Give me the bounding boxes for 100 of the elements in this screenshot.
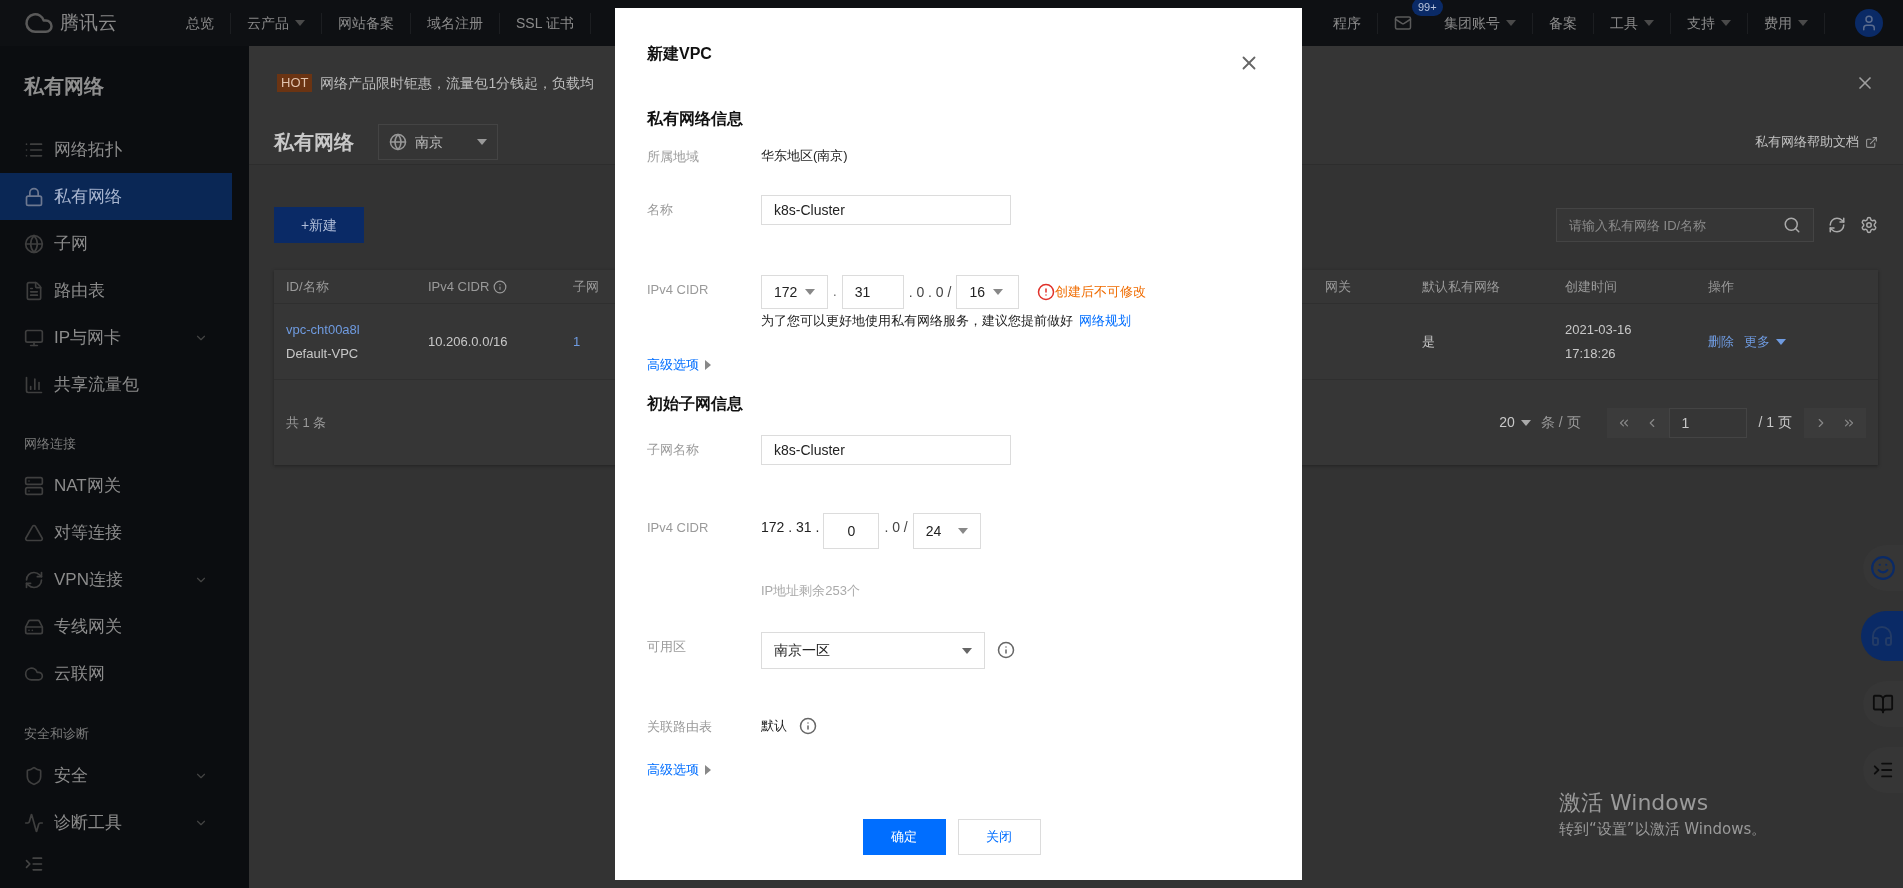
- activation-notice-title: 激活 Windows: [1559, 789, 1710, 817]
- search-icon[interactable]: [1783, 216, 1801, 234]
- region-value: 华东地区(南京): [761, 147, 848, 166]
- column-header: 网关: [1325, 277, 1351, 296]
- nav-item[interactable]: 网站备案: [322, 12, 411, 34]
- column-header: 操作: [1708, 277, 1734, 296]
- page-input[interactable]: 1: [1668, 407, 1747, 438]
- cidr-mask-select[interactable]: 16: [956, 275, 1020, 309]
- refresh-icon[interactable]: [1828, 216, 1846, 234]
- sidebar-item[interactable]: NAT网关: [0, 462, 232, 509]
- caret-icon: [1506, 20, 1516, 26]
- shield-icon: [24, 765, 44, 786]
- mail-icon[interactable]: [1394, 14, 1412, 32]
- sidebar-item[interactable]: 网络拓扑: [0, 126, 232, 173]
- network-planning-link[interactable]: 网络规划: [1079, 311, 1131, 331]
- nav-item[interactable]: 支持: [1671, 12, 1748, 34]
- caret-icon: [805, 289, 816, 295]
- subnet-count-link[interactable]: 1: [573, 333, 581, 349]
- user-icon: [1860, 14, 1878, 32]
- page-size-select[interactable]: 20: [1499, 412, 1531, 433]
- nav-item[interactable]: 备案: [1533, 12, 1594, 34]
- nav-item[interactable]: 总览: [170, 12, 231, 34]
- nav-item[interactable]: 集团账号: [1428, 12, 1533, 34]
- cidr-fixed-part: . 0 . 0 /: [908, 282, 952, 302]
- table-cell: 是: [1422, 333, 1435, 349]
- action-link[interactable]: 更多: [1744, 331, 1786, 352]
- cidr-first-select[interactable]: 172: [761, 275, 828, 309]
- ip-remaining-hint: IP地址剩余253个: [761, 582, 860, 601]
- sidebar-item[interactable]: 云联网: [0, 650, 232, 697]
- document-icon: [24, 280, 44, 301]
- field-label: IPv4 CIDR: [647, 520, 709, 535]
- smile-icon: [1870, 555, 1896, 581]
- avatar[interactable]: [1855, 9, 1883, 37]
- nav-item[interactable]: 工具: [1594, 12, 1671, 34]
- search-input[interactable]: 请输入私有网络 ID/名称: [1557, 209, 1777, 241]
- sidebar-item[interactable]: 对等连接: [0, 509, 232, 556]
- table-cell-text: 2021-03-16: [1565, 321, 1633, 339]
- subnet-fixed-part: . 0 /: [884, 518, 908, 537]
- server-icon: [24, 475, 44, 496]
- field-label: 名称: [647, 202, 673, 217]
- activation-notice-text: 转到“设置”以激活 Windows。: [1559, 819, 1767, 840]
- caret-icon: [993, 289, 1003, 295]
- caret-icon: [1520, 419, 1531, 426]
- nav-item[interactable]: 云产品: [231, 12, 322, 34]
- sidebar-group-heading: 安全和诊断: [24, 725, 89, 744]
- nav-item[interactable]: 程序: [1317, 12, 1378, 34]
- table-cell-text: 17:18:26: [1565, 344, 1617, 363]
- caret-icon: [962, 647, 972, 654]
- page-total: / 1 页: [1758, 413, 1792, 432]
- expand-arrow-icon: [705, 360, 711, 370]
- field-label: 关联路由表: [647, 719, 712, 734]
- sidebar-item[interactable]: IP与网卡: [0, 314, 232, 361]
- nav-item[interactable]: 费用: [1748, 12, 1825, 34]
- sidebar-item[interactable]: VPN连接: [0, 556, 232, 603]
- zone-select[interactable]: 南京一区: [761, 632, 985, 669]
- search-field[interactable]: 请输入私有网络 ID/名称: [1556, 208, 1814, 242]
- confirm-button[interactable]: 确定: [862, 819, 946, 855]
- sidebar-item[interactable]: 专线网关: [0, 603, 232, 650]
- nav-item[interactable]: 域名注册: [411, 12, 500, 34]
- caret-icon: [1644, 20, 1654, 26]
- name-input[interactable]: k8s-Cluster: [761, 195, 1011, 225]
- route-table-value: 默认: [761, 717, 787, 736]
- region-select[interactable]: 南京: [378, 124, 498, 160]
- cidr-second-input[interactable]: 31: [841, 275, 904, 309]
- caret-icon: [957, 528, 968, 534]
- book-icon: [1872, 693, 1894, 715]
- advanced-options-link[interactable]: 高级选项: [647, 355, 711, 375]
- sidebar-item[interactable]: 子网: [0, 220, 232, 267]
- section-heading: 初始子网信息: [647, 395, 743, 412]
- settings-icon[interactable]: [1860, 216, 1878, 234]
- sidebar-item[interactable]: 诊断工具: [0, 799, 232, 846]
- help-doc-link[interactable]: 私有网络帮助文档: [1755, 132, 1878, 152]
- advanced-options-link[interactable]: 高级选项: [647, 760, 711, 780]
- pulse-icon: [24, 812, 44, 833]
- triangle-icon: [24, 522, 44, 543]
- monitor-icon: [24, 327, 44, 348]
- globe-icon: [389, 133, 407, 151]
- caret-icon: [477, 139, 487, 145]
- sidebar-item[interactable]: 路由表: [0, 267, 232, 314]
- globe-icon: [24, 233, 44, 254]
- sidebar-item[interactable]: 共享流量包: [0, 361, 232, 408]
- column-header: IPv4 CIDR: [428, 277, 490, 296]
- sidebar-item[interactable]: 安全: [0, 752, 232, 799]
- page-title: 私有网络: [274, 130, 354, 155]
- table-cell: 10.206.0.0/16: [428, 333, 508, 349]
- field-label: 可用区: [647, 639, 686, 654]
- vpc-id-link[interactable]: vpc-cht00a8l: [286, 320, 428, 340]
- collapse-icon[interactable]: [24, 854, 44, 874]
- subnet-third-input[interactable]: 0: [823, 513, 880, 549]
- dot-separator: .: [833, 283, 837, 302]
- subnet-mask-select[interactable]: 24: [912, 513, 981, 549]
- column-header: ID/名称: [286, 277, 329, 296]
- sidebar-item[interactable]: 私有网络: [0, 173, 232, 220]
- new-button[interactable]: +新建: [274, 207, 364, 243]
- warning-text: 创建后不可修改: [1055, 283, 1147, 302]
- nav-item[interactable]: SSL 证书: [500, 12, 591, 34]
- action-link[interactable]: 删除: [1708, 331, 1734, 352]
- subnet-name-input[interactable]: k8s-Cluster: [761, 435, 1011, 465]
- dialog-title: 新建VPC: [647, 44, 712, 64]
- close-button[interactable]: 关闭: [957, 819, 1041, 855]
